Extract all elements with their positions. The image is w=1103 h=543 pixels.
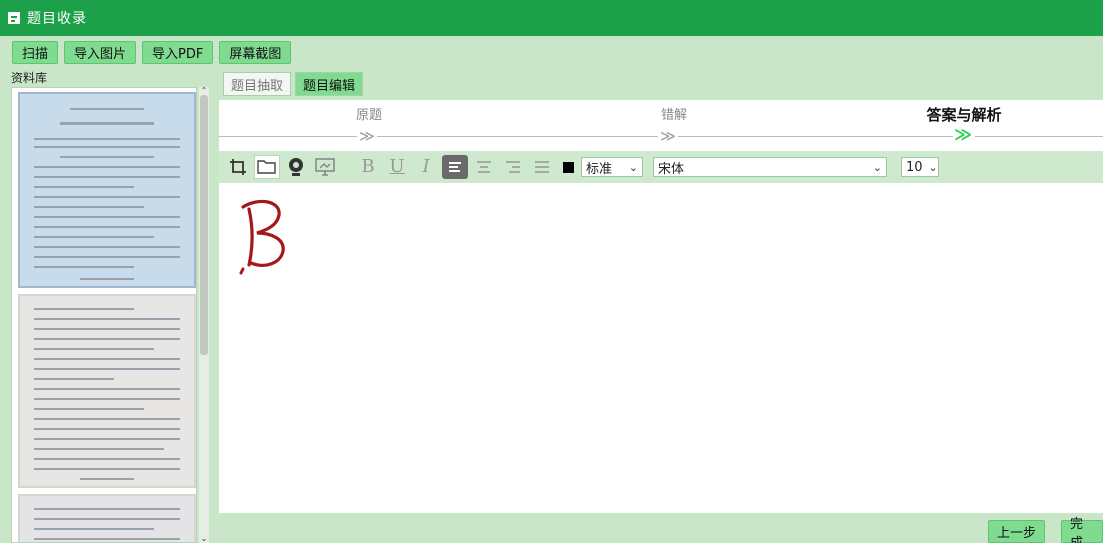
align-center-icon[interactable] — [471, 155, 497, 179]
font-family-select[interactable]: 宋体 ⌄ — [653, 157, 887, 177]
step-line — [377, 136, 658, 137]
main-toolbar: 扫描 导入图片 导入PDF 屏幕截图 — [0, 36, 1103, 68]
scroll-up-icon[interactable]: ⌃ — [200, 87, 208, 95]
step-line — [219, 136, 357, 137]
footer-bar: 上一步 完成 — [219, 513, 1103, 543]
screenshot-button[interactable]: 屏幕截图 — [219, 40, 292, 64]
app-window: 题目收录 扫描 导入图片 导入PDF 屏幕截图 资料库 ⌃ ⌄ 题目抽取 题目编… — [0, 0, 1103, 543]
font-size-value: 10 — [906, 159, 923, 175]
align-left-icon[interactable] — [442, 155, 468, 179]
screen-capture-icon[interactable] — [312, 155, 338, 179]
record-icon[interactable] — [283, 155, 309, 179]
step-arrow-icon: ≫ — [359, 127, 375, 145]
step-line — [975, 136, 1103, 137]
main-panel: 题目抽取 题目编辑 原题 错解 答案与解析 ≫ ≫ ≫ B U I 标准 ⌄ 宋… — [219, 70, 1103, 543]
bold-icon[interactable]: B — [355, 155, 381, 179]
library-panel: 资料库 ⌃ ⌄ — [8, 70, 209, 543]
page-thumbnail[interactable] — [18, 92, 196, 288]
previous-step-button[interactable]: 上一步 — [988, 520, 1046, 543]
chevron-down-icon: ⌄ — [628, 160, 638, 174]
crop-icon[interactable] — [225, 155, 251, 179]
italic-icon[interactable]: I — [413, 155, 439, 179]
import-image-button[interactable]: 导入图片 — [64, 40, 137, 64]
window-title: 题目收录 — [27, 11, 87, 27]
folder-open-icon[interactable] — [254, 155, 280, 179]
thumbnail-scrollbar[interactable]: ⌃ ⌄ — [199, 87, 209, 543]
step-original[interactable]: 原题 — [329, 104, 409, 123]
step-answer-analysis[interactable]: 答案与解析 — [909, 104, 1019, 125]
step-arrow-active-icon: ≫ — [954, 125, 972, 145]
step-wrong-solution[interactable]: 错解 — [634, 104, 714, 123]
step-line — [678, 136, 953, 137]
font-family-value: 宋体 — [658, 161, 685, 177]
scan-button[interactable]: 扫描 — [12, 40, 59, 64]
library-title: 资料库 — [11, 71, 48, 85]
scroll-down-icon[interactable]: ⌄ — [200, 535, 208, 543]
page-thumbnail[interactable] — [18, 494, 196, 542]
window-icon — [8, 12, 20, 24]
justify-icon[interactable] — [529, 155, 555, 179]
align-right-icon[interactable] — [500, 155, 526, 179]
font-size-select[interactable]: 10 ⌄ — [901, 157, 939, 177]
handwritten-answer-image — [239, 199, 285, 275]
editor-toolbar: B U I 标准 ⌄ 宋体 ⌄ 10 ⌄ — [219, 151, 1103, 183]
step-arrow-icon: ≫ — [660, 127, 676, 145]
scrollbar-thumb[interactable] — [200, 95, 208, 355]
text-color-swatch[interactable] — [563, 161, 574, 173]
tab-extract[interactable]: 题目抽取 — [223, 72, 292, 96]
underline-icon[interactable]: U — [384, 155, 410, 179]
editor-canvas[interactable] — [219, 183, 1103, 513]
chevron-down-icon: ⌄ — [872, 160, 882, 174]
title-bar: 题目收录 — [0, 0, 1103, 36]
editor-content: 原题 错解 答案与解析 ≫ ≫ ≫ B U I 标准 ⌄ 宋体 ⌄ 10 ⌄ — [219, 100, 1103, 513]
tab-edit[interactable]: 题目编辑 — [295, 72, 364, 96]
thumbnail-list — [11, 87, 197, 543]
step-indicator: 原题 错解 答案与解析 ≫ ≫ ≫ — [219, 100, 1103, 150]
paragraph-style-select[interactable]: 标准 ⌄ — [581, 157, 643, 177]
finish-button[interactable]: 完成 — [1061, 517, 1103, 543]
paragraph-style-value: 标准 — [586, 161, 613, 177]
chevron-down-icon: ⌄ — [928, 160, 938, 174]
tab-bar: 题目抽取 题目编辑 — [223, 72, 364, 96]
import-pdf-button[interactable]: 导入PDF — [142, 40, 214, 64]
page-thumbnail[interactable] — [18, 294, 196, 488]
